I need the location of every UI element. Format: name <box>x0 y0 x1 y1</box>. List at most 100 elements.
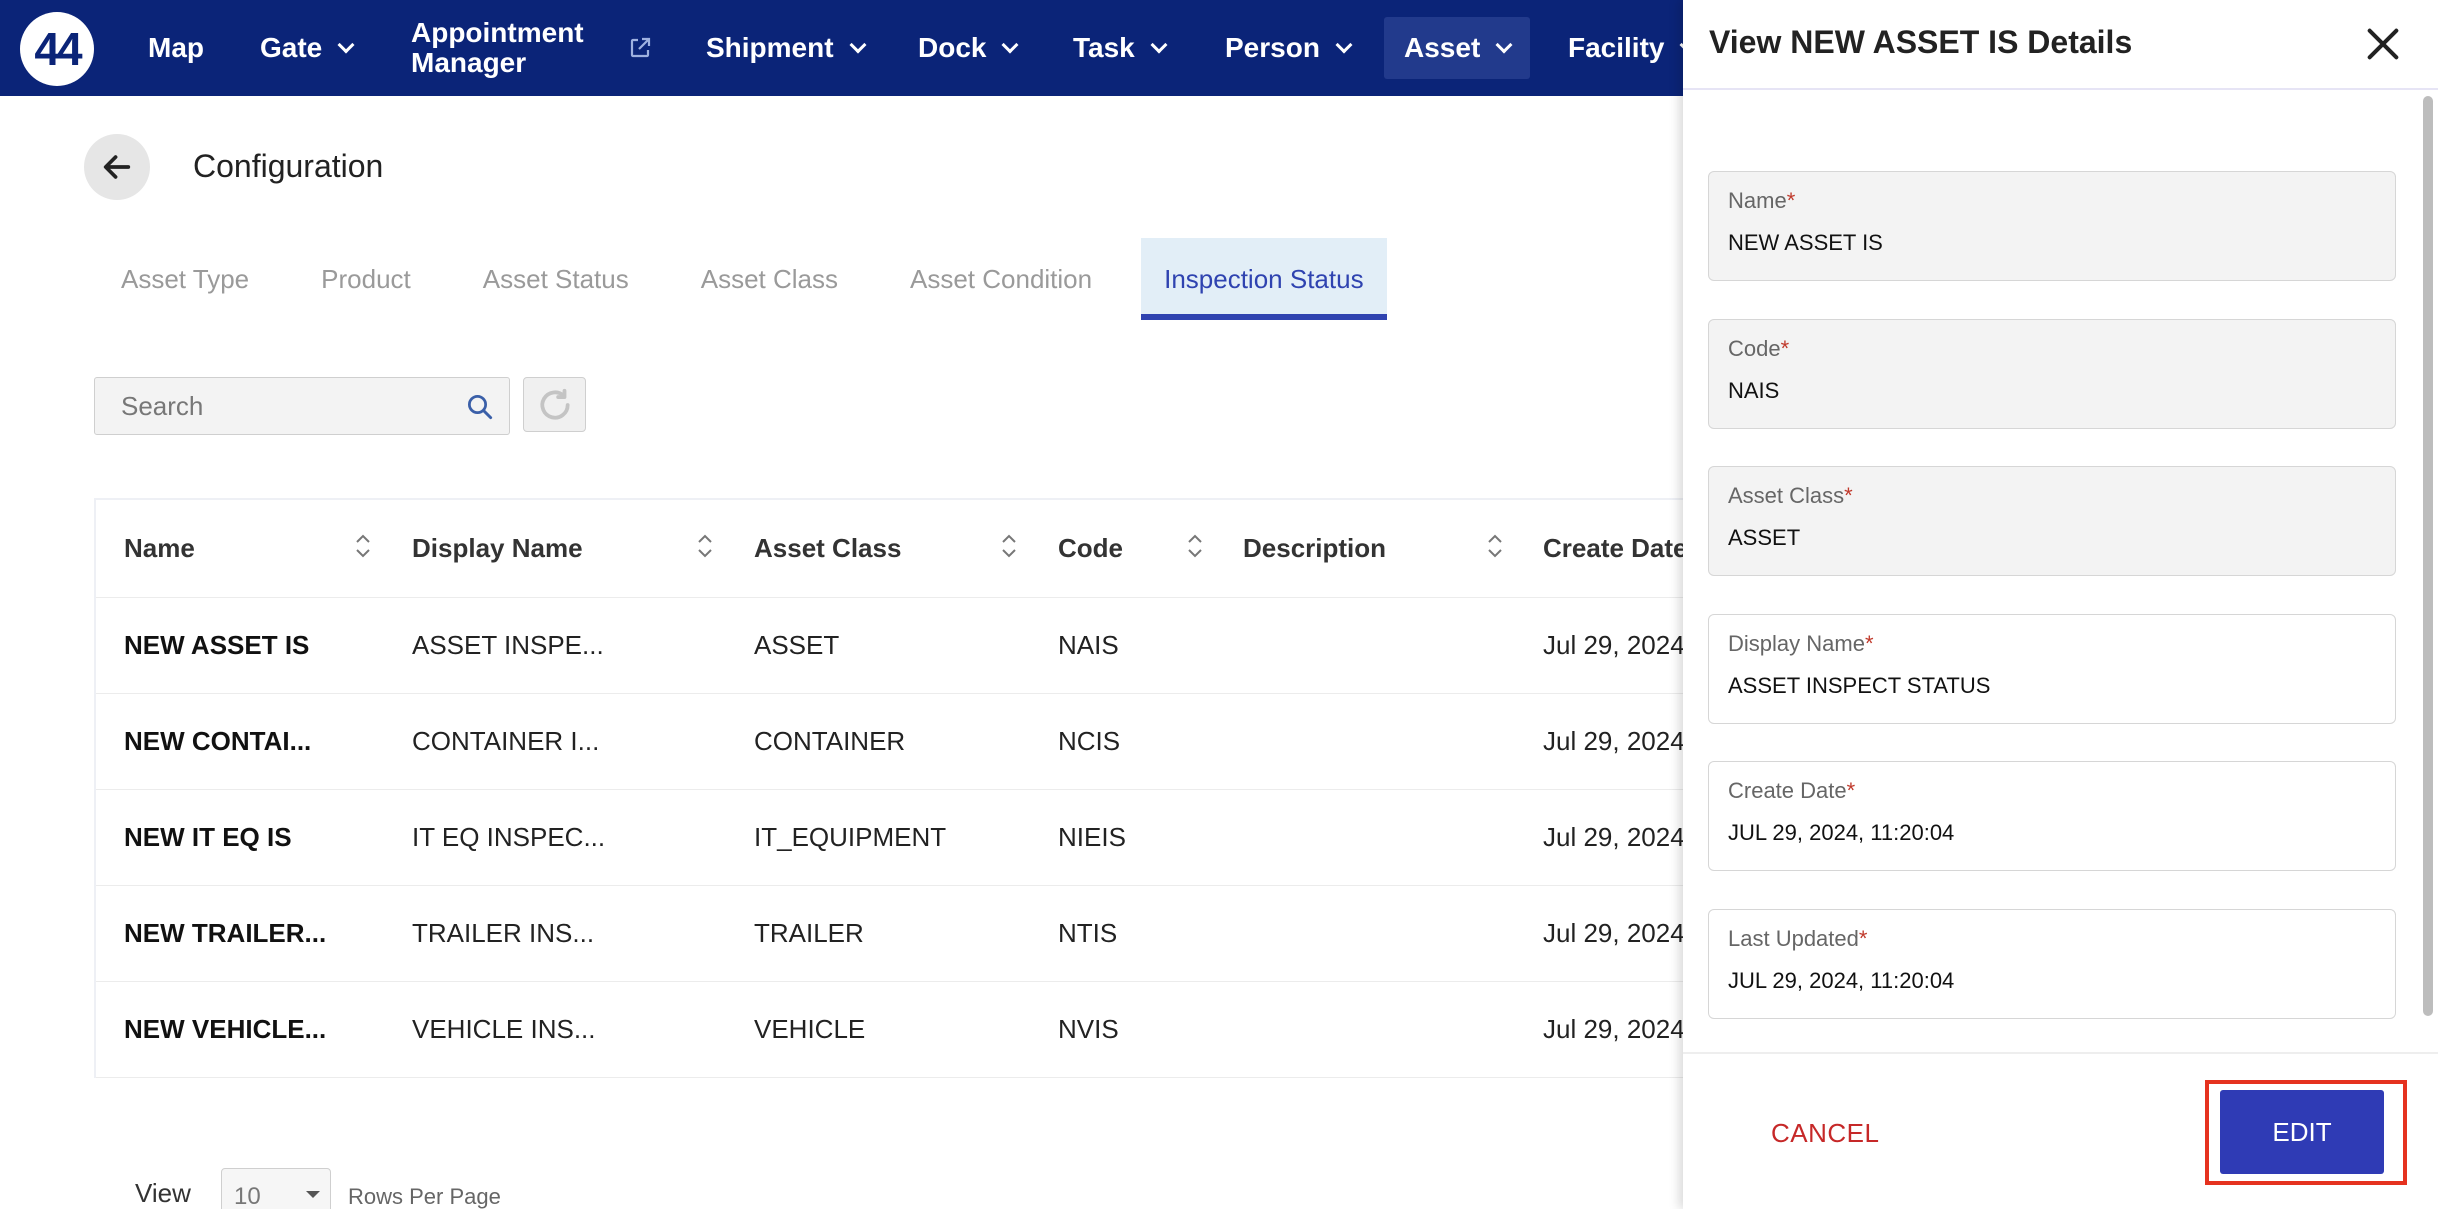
nav-asset[interactable]: Asset <box>1384 17 1531 79</box>
header-display-name[interactable]: Display Name <box>412 500 742 597</box>
cell-create-date: Jul 29, 2024, <box>1543 822 1692 852</box>
nav-gate[interactable]: Gate <box>260 0 355 96</box>
field-name-value: NEW ASSET IS <box>1728 230 1883 255</box>
nav-dock[interactable]: Dock <box>918 0 1019 96</box>
rows-per-page-label: Rows Per Page <box>348 1184 501 1209</box>
chevron-down-icon <box>1150 36 1168 54</box>
search-input[interactable] <box>121 390 441 422</box>
external-link-icon[interactable] <box>628 36 652 60</box>
nav-appointment-manager[interactable]: Appointment Manager <box>411 0 584 96</box>
tab-inspection-status[interactable]: Inspection Status <box>1141 238 1387 320</box>
sort-icon[interactable] <box>696 532 714 560</box>
table-row[interactable]: NEW IT EQ IS IT EQ INSPEC... IT_EQUIPMEN… <box>96 790 1692 886</box>
search-box <box>94 377 510 435</box>
sort-icon[interactable] <box>1000 532 1018 560</box>
table-row[interactable]: NEW VEHICLE... VEHICLE INS... VEHICLE NV… <box>96 982 1692 1078</box>
field-create-date-label: Create Date <box>1728 778 1847 803</box>
cell-asset-class: ASSET <box>754 630 840 660</box>
table-header-row: Name Display Name Asset Class Code Descr… <box>96 500 1688 598</box>
table-row[interactable]: NEW CONTAI... CONTAINER I... CONTAINER N… <box>96 694 1692 790</box>
required-mark: * <box>1858 926 1868 951</box>
nav-asset-label: Asset <box>1404 32 1481 63</box>
field-code: Code* NAIS <box>1708 319 2396 429</box>
cell-name: NEW TRAILER... <box>124 918 327 948</box>
arrow-left-icon <box>103 155 131 179</box>
app-logo[interactable]: 44 <box>20 12 94 86</box>
required-mark: * <box>1786 188 1796 213</box>
cell-name: NEW IT EQ IS <box>124 822 292 852</box>
nav-map-label: Map <box>148 32 204 63</box>
nav-task-label: Task <box>1073 32 1135 63</box>
cell-asset-class: TRAILER <box>754 918 864 948</box>
cell-display-name: IT EQ INSPEC... <box>412 822 606 852</box>
cell-code: NVIS <box>1058 1014 1119 1044</box>
cell-create-date: Jul 29, 2024, <box>1543 918 1692 948</box>
search-icon[interactable] <box>465 392 495 422</box>
cell-display-name: CONTAINER I... <box>412 726 600 756</box>
field-code-value: NAIS <box>1728 378 1780 403</box>
panel-scrollbar[interactable] <box>2423 96 2433 1016</box>
nav-shipment[interactable]: Shipment <box>706 0 867 96</box>
nav-appointment-line1: Appointment <box>411 17 584 48</box>
cancel-button[interactable]: CANCEL <box>1771 1118 1879 1149</box>
field-asset-class-value: ASSET <box>1728 525 1801 550</box>
sort-icon[interactable] <box>1186 532 1204 560</box>
refresh-button[interactable] <box>523 377 586 432</box>
tab-asset-type[interactable]: Asset Type <box>98 238 272 320</box>
nav-facility[interactable]: Facility <box>1568 0 1697 96</box>
nav-dock-label: Dock <box>918 32 987 63</box>
header-create-date[interactable]: Create Date <box>1543 500 1703 597</box>
cell-code: NTIS <box>1058 918 1118 948</box>
rows-per-page-select[interactable]: 10 <box>221 1168 331 1209</box>
cell-description <box>1243 694 1523 789</box>
nav-shipment-label: Shipment <box>706 32 834 63</box>
page-title: Configuration <box>193 148 384 184</box>
close-icon[interactable] <box>2363 24 2403 64</box>
cell-code: NAIS <box>1058 630 1119 660</box>
cell-description <box>1243 790 1523 885</box>
cell-code: NCIS <box>1058 726 1121 756</box>
config-tabs: Asset Type Product Asset Status Asset Cl… <box>98 238 1413 320</box>
cell-display-name: TRAILER INS... <box>412 918 595 948</box>
refresh-icon <box>539 388 570 420</box>
field-asset-class: Asset Class* ASSET <box>1708 466 2396 576</box>
table-row[interactable]: NEW ASSET IS ASSET INSPE... ASSET NAIS J… <box>96 598 1692 694</box>
caret-down-icon <box>306 1191 320 1198</box>
sort-icon[interactable] <box>1486 532 1504 560</box>
chevron-down-icon <box>849 36 867 54</box>
nav-person-label: Person <box>1225 32 1320 63</box>
required-mark: * <box>1864 631 1874 656</box>
field-display-name-label: Display Name <box>1728 631 1865 656</box>
edit-button[interactable]: EDIT <box>2220 1090 2384 1174</box>
table-row[interactable]: NEW TRAILER... TRAILER INS... TRAILER NT… <box>96 886 1692 982</box>
cell-display-name: VEHICLE INS... <box>412 1014 596 1044</box>
pagination-view-label: View <box>135 1178 191 1208</box>
inspection-status-table: Name Display Name Asset Class Code Descr… <box>94 498 1692 1078</box>
tab-asset-status[interactable]: Asset Status <box>460 238 652 320</box>
cell-create-date: Jul 29, 2024, <box>1543 630 1692 660</box>
chevron-down-icon <box>1495 36 1513 54</box>
panel-footer: CANCEL EDIT <box>1683 1052 2438 1209</box>
tab-asset-condition[interactable]: Asset Condition <box>887 238 1115 320</box>
chevron-down-icon <box>1001 36 1019 54</box>
field-display-name: Display Name* ASSET INSPECT STATUS <box>1708 614 2396 724</box>
nav-person[interactable]: Person <box>1225 0 1353 96</box>
cell-name: NEW ASSET IS <box>124 630 310 660</box>
field-name-label: Name <box>1728 188 1787 213</box>
field-code-label: Code <box>1728 336 1781 361</box>
tab-product[interactable]: Product <box>298 238 434 320</box>
field-name: Name* NEW ASSET IS <box>1708 171 2396 281</box>
chevron-down-icon <box>337 36 355 54</box>
nav-task[interactable]: Task <box>1073 0 1168 96</box>
rows-per-page-value: 10 <box>234 1183 261 1209</box>
sort-icon[interactable] <box>354 532 372 560</box>
nav-facility-label: Facility <box>1568 32 1665 63</box>
field-last-updated-value: JUL 29, 2024, 11:20:04 <box>1728 968 1955 993</box>
header-description[interactable]: Description <box>1243 500 1523 597</box>
cell-asset-class: CONTAINER <box>754 726 906 756</box>
details-panel: View NEW ASSET IS Details Name* NEW ASSE… <box>1683 0 2438 1209</box>
tab-asset-class[interactable]: Asset Class <box>678 238 861 320</box>
back-button[interactable] <box>84 134 150 200</box>
panel-header: View NEW ASSET IS Details <box>1683 0 2438 90</box>
nav-map[interactable]: Map <box>148 0 204 96</box>
